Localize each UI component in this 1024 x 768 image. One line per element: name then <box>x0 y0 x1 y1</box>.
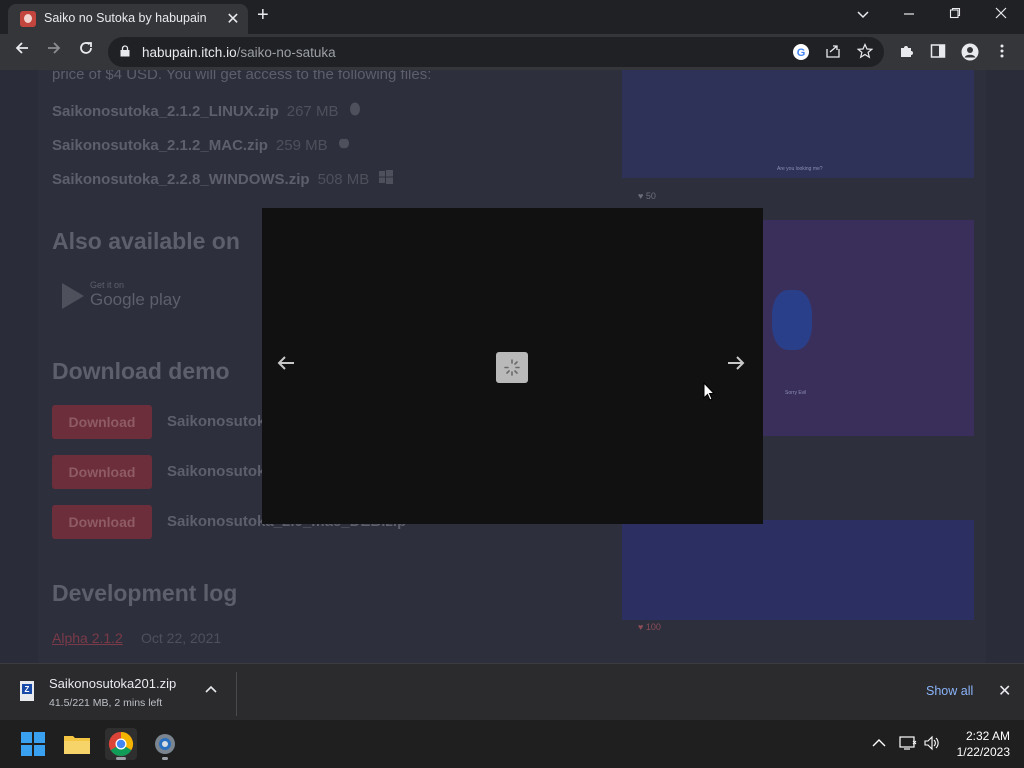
arrow-right-icon <box>728 356 745 370</box>
profile-avatar-icon[interactable] <box>961 43 979 61</box>
download-demo-heading: Download demo <box>52 358 230 384</box>
download-shelf: Z Saikonosutoka201.zip 41.5/221 MB, 2 mi… <box>0 663 1024 720</box>
bookmark-star-icon[interactable] <box>856 43 874 61</box>
taskbar-chrome[interactable] <box>105 728 137 760</box>
clock-time[interactable]: 2:32 AM <box>958 729 1010 743</box>
devlog-heading: Development log <box>52 580 238 606</box>
chevron-up-icon <box>872 739 886 747</box>
google-play-icon <box>62 283 84 309</box>
windows-icon <box>379 170 394 184</box>
extensions-icon[interactable] <box>897 43 915 61</box>
linux-icon <box>349 102 360 116</box>
mouse-cursor-icon <box>703 382 715 401</box>
download-shelf-close-button[interactable]: ✕ <box>998 681 1011 701</box>
start-button[interactable] <box>17 728 49 760</box>
arrow-left-icon <box>277 356 294 370</box>
gear-icon <box>155 734 175 754</box>
price-text: price of $4 USD. You will get access to … <box>52 70 432 83</box>
settings-running-indicator <box>162 757 168 760</box>
reload-icon <box>80 42 92 54</box>
page-content: Are you looking me? Sorry Evil ♥ 50 ♥ 10… <box>0 70 1024 663</box>
download-status: 41.5/221 MB, 2 mins left <box>49 697 163 709</box>
close-icon <box>995 7 1007 19</box>
chrome-active-indicator <box>116 757 126 760</box>
browser-tab[interactable]: Saiko no Sutoka by habupain ✕ <box>8 4 248 34</box>
folder-icon <box>64 736 90 754</box>
lightbox-prev-button[interactable] <box>276 354 296 377</box>
file-row-windows: Saikonosutoka_2.2.8_WINDOWS.zip 508 MB <box>52 170 394 188</box>
google-play-badge[interactable]: Get it on Google play <box>52 275 192 317</box>
devlog-date: Oct 22, 2021 <box>141 630 222 646</box>
minimize-button[interactable] <box>886 6 932 22</box>
demo-download-button-2[interactable]: Download <box>52 455 152 489</box>
screenshot-figure <box>772 290 812 350</box>
minimize-icon <box>904 13 914 15</box>
apple-icon <box>338 138 349 149</box>
file-row-mac: Saikonosutoka_2.1.2_MAC.zip 259 MB <box>52 136 350 154</box>
demo-download-button-3[interactable]: Download <box>52 505 152 539</box>
demo-file-name-2: Saikonosutok <box>167 463 266 480</box>
show-all-link[interactable]: Show all <box>926 684 973 698</box>
clock-date[interactable]: 1/22/2023 <box>950 745 1010 759</box>
svg-text:Z: Z <box>25 685 30 694</box>
arrow-right-icon <box>48 42 61 54</box>
tab-title: Saiko no Sutoka by habupain <box>44 11 207 25</box>
network-icon[interactable] <box>899 735 917 754</box>
loading-spinner-icon <box>496 352 528 383</box>
lock-icon[interactable] <box>120 45 130 57</box>
arrow-left-icon <box>15 42 28 54</box>
share-icon[interactable] <box>824 43 842 61</box>
url-path: /saiko-no-satuka <box>236 45 336 60</box>
close-window-button[interactable] <box>978 6 1024 22</box>
back-button[interactable] <box>10 40 34 61</box>
chevron-down-icon <box>857 11 869 19</box>
download-menu-button[interactable] <box>205 681 217 696</box>
google-lens-icon[interactable]: G <box>792 43 810 61</box>
devlog-link[interactable]: Alpha 2.1.2 <box>52 630 123 646</box>
chevron-up-icon <box>205 685 217 693</box>
forward-button[interactable] <box>42 40 66 61</box>
tray-overflow-button[interactable] <box>872 735 886 751</box>
side-panel-icon[interactable] <box>929 43 947 61</box>
download-filename: Saikonosutoka201.zip <box>49 676 177 691</box>
demo-download-button-1[interactable]: Download <box>52 405 152 439</box>
new-tab-button[interactable]: + <box>257 4 269 27</box>
download-divider <box>236 672 237 716</box>
tab-search-button[interactable] <box>840 6 886 22</box>
svg-text:G: G <box>797 47 806 59</box>
screenshot-caption-1: Are you looking me? <box>777 166 823 172</box>
taskbar-settings[interactable] <box>149 728 181 760</box>
game-screenshot-3[interactable] <box>622 520 974 620</box>
screenshot-caption-2: Sorry Evil <box>785 390 807 396</box>
like-count-bottom: ♥ 100 <box>638 622 661 632</box>
browser-toolbar: habupain.itch.io/saiko-no-satuka G <box>0 34 1024 70</box>
chrome-icon <box>108 732 134 757</box>
google-icon: G <box>793 44 809 60</box>
tab-close-button[interactable]: ✕ <box>224 9 242 29</box>
restore-button[interactable] <box>932 6 978 22</box>
restore-icon <box>949 7 961 19</box>
menu-kebab-icon[interactable] <box>993 43 1011 61</box>
reload-button[interactable] <box>74 40 98 61</box>
file-row-linux: Saikonosutoka_2.1.2_LINUX.zip 267 MB <box>52 102 361 120</box>
taskbar-file-explorer[interactable] <box>61 728 93 760</box>
volume-icon[interactable] <box>923 735 941 754</box>
url-text[interactable]: habupain.itch.io/saiko-no-satuka <box>142 45 336 60</box>
title-bar: Saiko no Sutoka by habupain ✕ + <box>0 0 1024 34</box>
lightbox-next-button[interactable] <box>726 354 746 377</box>
address-bar[interactable]: habupain.itch.io/saiko-no-satuka G <box>108 37 884 67</box>
windows-taskbar: 2:32 AM 1/22/2023 <box>0 720 1024 768</box>
tab-favicon-icon <box>20 11 36 27</box>
screenshot-lightbox <box>262 208 763 524</box>
windows-start-icon <box>21 732 45 756</box>
like-count-top: ♥ 50 <box>638 191 656 201</box>
game-screenshot-1[interactable]: Are you looking me? <box>622 70 974 178</box>
url-host: habupain.itch.io <box>142 45 237 60</box>
also-available-heading: Also available on <box>52 228 240 254</box>
zip-file-icon: Z <box>20 681 34 701</box>
demo-file-name-1: Saikonosutok <box>167 413 266 430</box>
